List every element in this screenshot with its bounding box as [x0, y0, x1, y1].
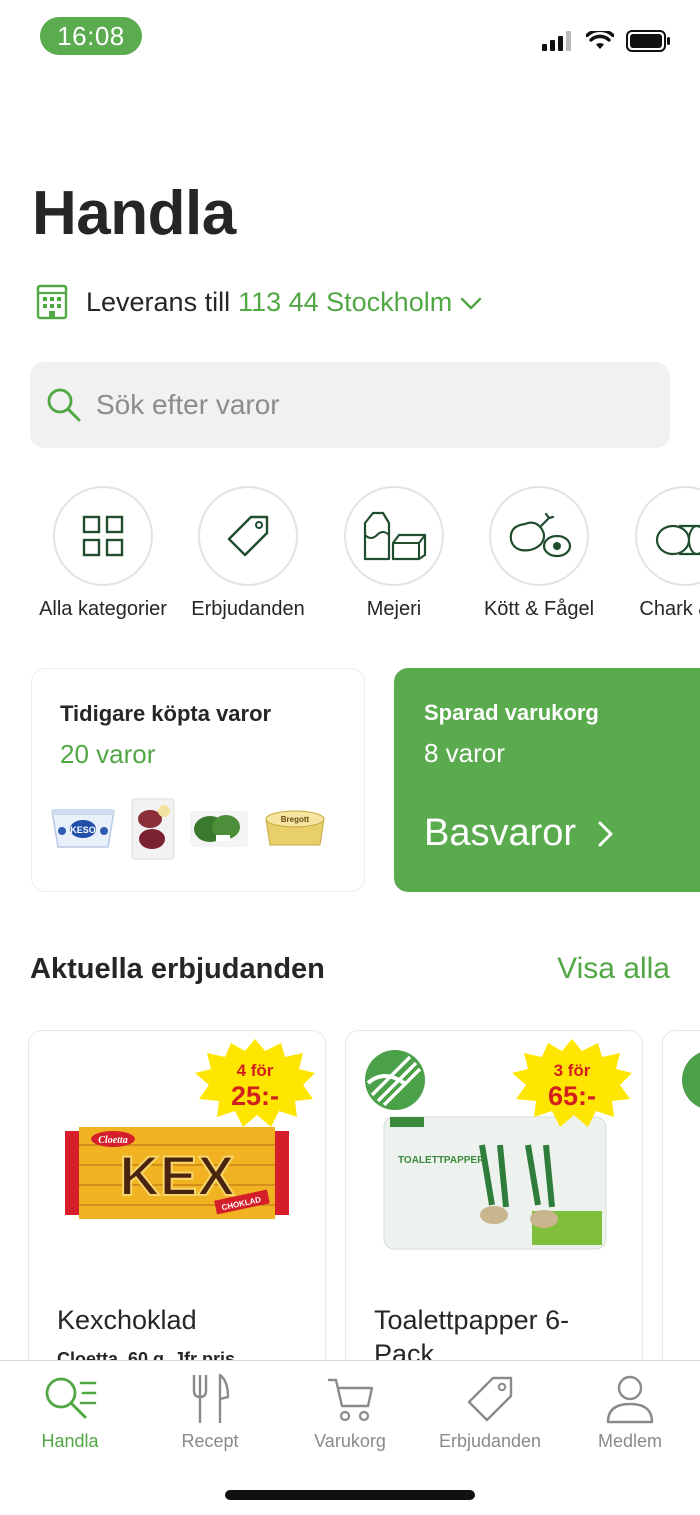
saved-cart-card[interactable]: Sparad varukorg 8 varor Basvaror: [394, 668, 700, 892]
offer-subtitle: Cloetta. 60 g. Jfr pris: [57, 1349, 236, 1360]
svg-text:KESO: KESO: [70, 825, 96, 835]
svg-text:TOALETTPAPPER: TOALETTPAPPER: [398, 1155, 485, 1166]
tab-label: Handla: [41, 1431, 99, 1451]
category-meat[interactable]: Kött & Fågel: [466, 486, 612, 621]
offers-carousel[interactable]: Cloetta KEX CHOKLAD 4 för 25:- Kexchokla…: [0, 1030, 700, 1360]
tab-label: Erbjudanden: [438, 1431, 542, 1451]
svg-text:Bregott: Bregott: [281, 815, 310, 824]
offer-name: Toalettpapper 6-Pack: [374, 1305, 570, 1360]
deal-quantity: 3 för: [553, 1061, 591, 1080]
tab-erbjudanden[interactable]: Erbjudanden: [420, 1371, 560, 1452]
search-icon: [47, 388, 81, 422]
category-label: Alla kategorier: [39, 598, 167, 620]
previous-purchases-title: Tidigare köpta varor: [60, 701, 272, 726]
delivery-label: Leverans till: [86, 286, 231, 317]
saved-cart-list-name: Basvaror: [424, 812, 577, 854]
previous-purchases-card[interactable]: Tidigare köpta varor 20 varor KESO Brego…: [31, 668, 365, 892]
tab-label: Medlem: [597, 1431, 663, 1451]
svg-text:KEX: KEX: [119, 1144, 234, 1207]
person-icon: [606, 1375, 654, 1424]
show-all-link[interactable]: Visa alla: [557, 952, 670, 986]
tag-icon: [467, 1376, 513, 1422]
shop-search-icon: [45, 1377, 97, 1419]
offer-card[interactable]: TOALETTPAPPER 3 för 65:- Toalettpapper 6…: [345, 1030, 643, 1360]
chevron-right-icon: [598, 821, 613, 846]
product-thumbnails: KESO Bregott: [48, 797, 328, 861]
home-indicator: [225, 1490, 475, 1500]
category-offers[interactable]: Erbjudanden: [175, 486, 321, 621]
battery-icon: [626, 30, 670, 52]
category-deli[interactable]: Chark & P: [612, 486, 700, 621]
tab-recept[interactable]: Recept: [140, 1371, 280, 1452]
toilet-paper-image: TOALETTPAPPER: [383, 1116, 607, 1250]
search-bar[interactable]: [30, 362, 670, 448]
category-label: Mejeri: [366, 598, 422, 620]
meat-icon: [509, 512, 572, 558]
category-dairy[interactable]: Mejeri: [321, 486, 467, 621]
tab-label: Varukorg: [314, 1431, 386, 1451]
kexchoklad-image: Cloetta KEX CHOKLAD: [65, 1127, 289, 1219]
grid-icon: [82, 515, 124, 557]
chevron-down-icon[interactable]: [460, 297, 482, 311]
cart-icon: [328, 1378, 374, 1422]
deli-icon: [655, 524, 700, 556]
delivery-selector[interactable]: Leverans till 113 44 Stockholm: [36, 284, 482, 320]
status-time: 16:08: [40, 17, 142, 55]
offers-section-title: Aktuella erbjudanden: [30, 952, 325, 985]
bregott-tub-image: Bregott: [265, 810, 325, 846]
tab-label: Recept: [181, 1431, 239, 1451]
tab-medlem[interactable]: Medlem: [560, 1371, 700, 1452]
saved-cart-list[interactable]: Basvaror: [424, 812, 614, 855]
wifi-icon: [586, 31, 614, 49]
category-label: Chark & P: [639, 598, 700, 620]
category-carousel[interactable]: Alla kategorier Erbjudanden Mejeri Kött …: [0, 486, 700, 636]
saved-cart-title: Sparad varukorg: [424, 700, 599, 725]
deal-badge: 3 för 65:-: [510, 1037, 634, 1129]
category-label: Erbjudanden: [191, 598, 305, 620]
status-bar: 16:08: [0, 0, 700, 70]
spinach-bag-image: [190, 811, 248, 847]
offers-section-header: Aktuella erbjudanden Visa alla: [30, 952, 670, 986]
eco-label-icon: [682, 1052, 700, 1108]
dairy-icon: [363, 511, 427, 561]
delivery-location[interactable]: 113 44 Stockholm: [238, 287, 452, 318]
search-input[interactable]: [96, 389, 616, 421]
deal-badge: 4 för 25:-: [193, 1037, 317, 1129]
deal-quantity: 4 för: [236, 1061, 274, 1080]
meat-package-image: [131, 798, 175, 860]
building-icon: [36, 284, 68, 320]
signal-icon: [542, 31, 571, 51]
offer-name: Kexchoklad: [57, 1305, 197, 1335]
category-label: Kött & Fågel: [483, 598, 595, 620]
deal-price: 65:-: [547, 1081, 596, 1111]
offer-card[interactable]: [662, 1030, 700, 1360]
tab-varukorg[interactable]: Varukorg: [280, 1371, 420, 1452]
tag-icon: [227, 515, 269, 557]
page-title: Handla: [32, 179, 236, 248]
cutlery-icon: [192, 1373, 230, 1423]
keso-tub-image: KESO: [51, 809, 115, 848]
eco-label-icon: [365, 1050, 425, 1110]
previous-purchases-count: 20 varor: [60, 739, 156, 769]
offer-card[interactable]: Cloetta KEX CHOKLAD 4 för 25:- Kexchokla…: [28, 1030, 326, 1360]
deal-price: 25:-: [230, 1081, 279, 1111]
tab-handla[interactable]: Handla: [0, 1371, 140, 1452]
category-all[interactable]: Alla kategorier: [30, 486, 176, 621]
saved-cart-count: 8 varor: [424, 738, 505, 768]
status-icons: [542, 30, 672, 52]
